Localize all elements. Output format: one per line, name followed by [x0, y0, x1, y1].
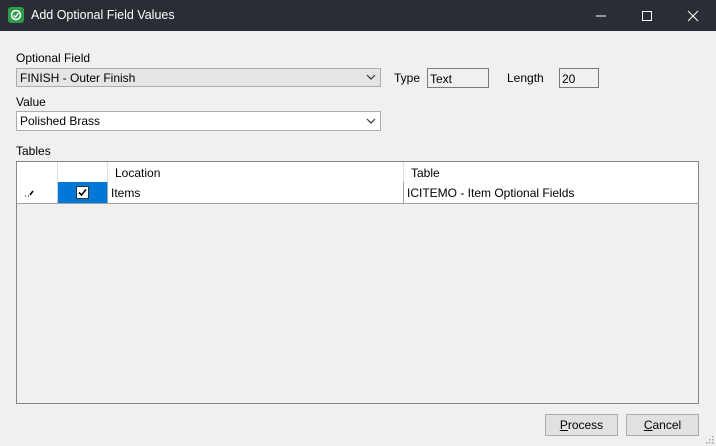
resize-grip-icon[interactable]	[704, 434, 714, 444]
title-bar: Add Optional Field Values	[0, 0, 716, 31]
length-field: 20	[559, 68, 599, 88]
table-row[interactable]: Items ICITEMO - Item Optional Fields	[17, 182, 698, 204]
close-button[interactable]	[670, 0, 716, 31]
minimize-button[interactable]	[578, 0, 624, 31]
process-button[interactable]: Process	[545, 414, 618, 436]
value-dropdown[interactable]: Polished Brass	[16, 111, 381, 131]
header-indicator	[17, 162, 58, 182]
pencil-edit-icon	[25, 190, 34, 197]
chevron-down-icon	[366, 74, 376, 80]
type-label: Type	[394, 71, 421, 85]
header-checkbox[interactable]	[58, 162, 108, 182]
tables-label: Tables	[16, 144, 51, 158]
optional-field-dropdown[interactable]: FINISH - Outer Finish	[16, 68, 381, 87]
checkmark-icon	[78, 188, 87, 197]
value-selected: Polished Brass	[20, 114, 101, 128]
row-checkbox[interactable]	[76, 186, 89, 199]
cancel-button[interactable]: Cancel	[626, 414, 699, 436]
header-table[interactable]: Table	[404, 162, 698, 182]
chevron-down-icon	[366, 118, 376, 124]
row-checkbox-cell[interactable]	[58, 182, 108, 203]
length-label: Length	[507, 71, 544, 85]
optional-field-label: Optional Field	[16, 51, 91, 65]
window-title: Add Optional Field Values	[31, 8, 175, 22]
header-location[interactable]: Location	[108, 162, 404, 182]
length-value: 20	[562, 72, 576, 86]
maximize-icon	[642, 11, 652, 21]
row-indicator	[17, 182, 58, 203]
tables-grid[interactable]: Location Table Items ICITEMO - Item Opti…	[16, 161, 699, 404]
row-location[interactable]: Items	[108, 182, 404, 203]
app-icon	[8, 7, 24, 23]
row-table[interactable]: ICITEMO - Item Optional Fields	[404, 182, 698, 203]
value-label: Value	[16, 95, 46, 109]
minimize-icon	[596, 15, 606, 17]
optional-field-value: FINISH - Outer Finish	[20, 71, 136, 85]
close-icon	[687, 10, 699, 22]
type-value: Text	[430, 72, 453, 86]
maximize-button[interactable]	[624, 0, 670, 31]
grid-header: Location Table	[17, 162, 698, 183]
type-field: Text	[427, 68, 489, 88]
